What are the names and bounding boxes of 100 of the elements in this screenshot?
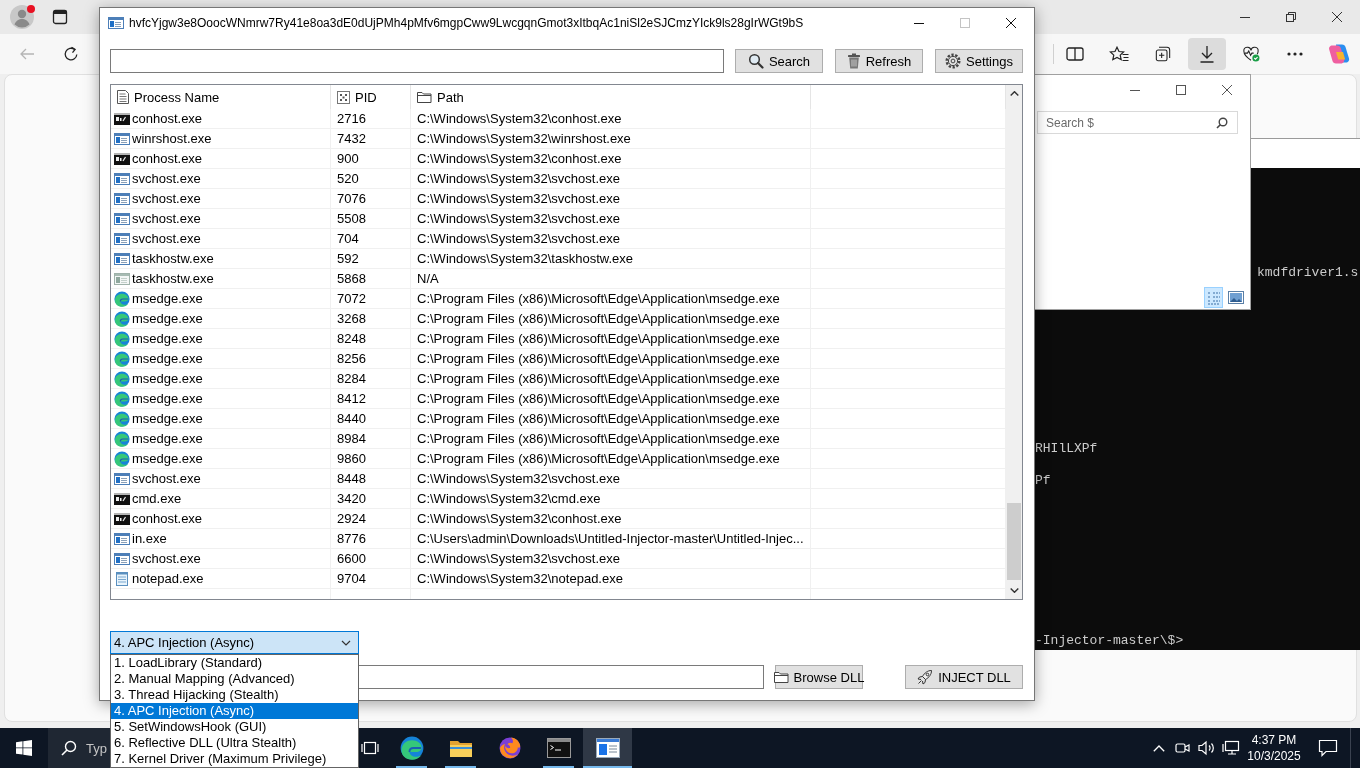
table-cell: C:\Program Files (x86)\Microsoft\Edge\Application\msedge.exe (411, 309, 811, 328)
restore-icon[interactable] (1286, 12, 1296, 22)
terminal-icon (546, 738, 571, 758)
table-cell: svchost.exe (132, 171, 201, 186)
toolbar-button[interactable] (1188, 38, 1226, 70)
table-cell: C:\Windows\System32\winrshost.exe (411, 129, 811, 148)
dropdown-option[interactable]: 5. SetWindowsHook (GUI) (111, 719, 358, 735)
table-cell: C:\Program Files (x86)\Microsoft\Edge\Application\msedge.exe (411, 389, 811, 408)
table-cell: C:\Program Files (x86)\Microsoft\Edge\Application\msedge.exe (411, 449, 811, 468)
picture-view-icon (1227, 291, 1244, 304)
table-cell: svchost.exe (132, 471, 201, 486)
swirl-icon (114, 290, 130, 307)
folder-icon (448, 738, 473, 758)
table-cell: C:\Windows\System32\svchost.exe (411, 549, 811, 568)
table-cell: C:\Windows\System32\notepad.exe (411, 569, 811, 588)
table-cell: 8284 (331, 369, 411, 388)
table-cell: winrshost.exe (132, 131, 212, 146)
table-cell: msedge.exe (132, 431, 203, 446)
dropdown-option[interactable]: 3. Thread Hijacking (Stealth) (111, 687, 358, 703)
console-icon (114, 110, 130, 127)
dropdown-option[interactable]: 6. Reflective DLL (Ultra Stealth) (111, 735, 358, 751)
scroll-thumb[interactable] (1007, 503, 1021, 580)
search-field[interactable] (110, 49, 724, 73)
list-view-icon (1206, 290, 1221, 305)
speaker-icon[interactable] (1198, 740, 1216, 756)
inject-button[interactable]: INJECT DLL (905, 665, 1023, 689)
table-cell: 9704 (331, 569, 411, 588)
document-icon (117, 90, 129, 104)
table-cell: 8256 (331, 349, 411, 368)
table-cell: 520 (331, 169, 411, 188)
search-icon[interactable] (1216, 116, 1228, 129)
search-field[interactable]: Typ (48, 728, 110, 768)
table-cell: msedge.exe (132, 291, 203, 306)
notification-icon[interactable] (1317, 739, 1338, 757)
table-cell: 5508 (331, 209, 411, 228)
refresh-button[interactable]: Refresh (835, 49, 923, 73)
table-cell: C:\Windows\System32\svchost.exe (411, 229, 811, 248)
swirl-icon (114, 330, 130, 347)
clock-date[interactable]: 10/3/2025 (1247, 748, 1301, 764)
table-cell: 8776 (331, 529, 411, 548)
column-header[interactable]: Path (411, 85, 811, 109)
table-cell: svchost.exe (132, 231, 201, 246)
table-cell: notepad.exe (132, 571, 204, 586)
chevron-up-icon[interactable] (1009, 91, 1019, 96)
table-cell: 2716 (331, 109, 411, 128)
flame-globe-icon (497, 736, 522, 760)
app-window-icon (108, 15, 124, 31)
trash-icon (846, 53, 861, 69)
table-cell: in.exe (132, 531, 167, 546)
console-icon (114, 510, 130, 527)
swirl-icon (399, 736, 424, 760)
table-cell: 7072 (331, 289, 411, 308)
maximize-icon[interactable] (1176, 85, 1186, 95)
column-header[interactable]: Process Name (111, 85, 331, 109)
console-icon (114, 150, 130, 167)
avatar-icon[interactable] (10, 5, 34, 29)
dropdown-option[interactable]: 2. Manual Mapping (Advanced) (111, 671, 358, 687)
table-cell: C:\Program Files (x86)\Microsoft\Edge\Application\msedge.exe (411, 429, 811, 448)
search-button[interactable]: Search (735, 49, 823, 73)
console-line: Pf (1035, 473, 1051, 489)
app-window-icon (114, 470, 130, 487)
search-icon (61, 740, 77, 756)
close-icon[interactable] (1332, 12, 1342, 22)
notepad-icon (114, 570, 130, 587)
taskbar-button[interactable] (583, 728, 632, 768)
start-icon[interactable] (16, 740, 32, 756)
table-cell: msedge.exe (132, 391, 203, 406)
window-title: hvfcYjgw3e8OoocWNmrw7Ry41e8oa3dE0dUjPMh4pMfv6mgpCww9LwcgqnGmot3xItbqAc1niSl2eSJCmzYIck9ls28gIrWGt9bS (129, 16, 805, 30)
console-line: -Injector-master\$> (1035, 633, 1184, 649)
network-icon[interactable] (1222, 740, 1240, 756)
chevron-down-icon[interactable] (1009, 588, 1019, 593)
dll-path-field[interactable] (359, 665, 764, 689)
table-cell: 8448 (331, 469, 411, 488)
close-icon[interactable] (1006, 18, 1016, 28)
table-cell: 3268 (331, 309, 411, 328)
console-icon (114, 490, 130, 507)
table-cell: msedge.exe (132, 451, 203, 466)
dropdown-option[interactable]: 7. Kernel Driver (Maximum Privilege) (111, 751, 358, 767)
app-window-icon (114, 530, 130, 547)
method-dropdown[interactable]: 4. APC Injection (Async) (110, 631, 359, 654)
table-cell: cmd.exe (132, 491, 182, 506)
camera-icon[interactable] (1175, 740, 1191, 756)
browse-button[interactable]: Browse DLL (775, 665, 863, 689)
table-cell: svchost.exe (132, 191, 201, 206)
table-cell: 5868 (331, 269, 411, 288)
clock-time[interactable]: 4:37 PM (1251, 732, 1297, 748)
scrollbar[interactable] (1006, 85, 1022, 599)
refresh-icon[interactable] (63, 46, 79, 62)
dropdown-option[interactable]: 4. APC Injection (Async) (111, 703, 358, 719)
close-icon[interactable] (1222, 85, 1232, 95)
app-window-icon (114, 190, 130, 207)
more-icon (1287, 52, 1303, 56)
collections-icon (1154, 46, 1172, 62)
settings-button[interactable]: Settings (935, 49, 1023, 73)
table-cell: C:\Windows\System32\svchost.exe (411, 169, 811, 188)
tabs-icon[interactable] (52, 9, 68, 25)
dropdown-option[interactable]: 1. LoadLibrary (Standard) (111, 655, 358, 671)
app-window-icon (114, 250, 130, 267)
search-field[interactable]: Search $ (1037, 111, 1238, 134)
column-header[interactable]: PID (331, 85, 411, 109)
